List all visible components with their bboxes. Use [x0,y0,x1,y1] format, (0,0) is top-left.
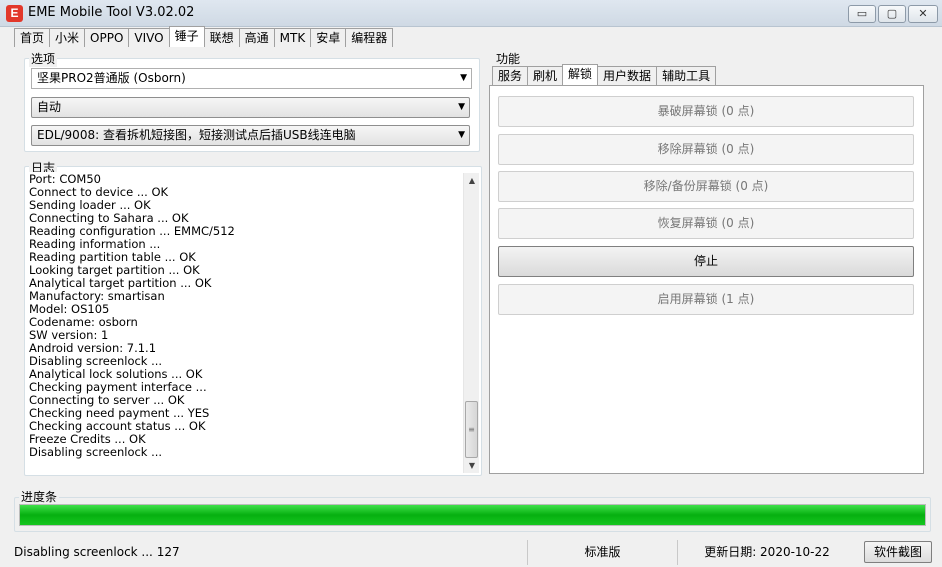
action-button-0[interactable]: 暴破屏幕锁 (0 点) [498,96,914,127]
action-button-2[interactable]: 移除/备份屏幕锁 (0 点) [498,171,914,202]
method-select-value: EDL/9008: 查看拆机短接图，短接测试点后插USB线连电脑 [37,128,356,142]
log-scrollbar[interactable]: ▲ ≡ ▼ [463,173,479,473]
scrollbar-thumb[interactable]: ≡ [465,401,478,458]
log-lines: Port: COM50 Connect to device ... OK Sendi… [29,173,235,459]
screenshot-button[interactable]: 软件截图 [864,541,932,563]
mode-select-value: 自动 [37,100,62,114]
tab-8[interactable]: 安卓 [310,28,347,47]
update-date: 更新日期: 2020-10-22 [704,545,830,559]
tab-7[interactable]: MTK [273,28,312,47]
app-logo-icon: E [6,5,23,22]
progress-bar-fill [20,505,925,525]
title-bar: E EME Mobile Tool V3.02.02 ▭ ▢ ✕ [0,0,942,27]
tab-4[interactable]: 锤子 [168,26,205,47]
status-message: Disabling screenlock ... 127 [14,540,528,565]
status-bar: Disabling screenlock ... 127 标准版 更新日期: 2… [0,540,942,567]
tab-2[interactable]: OPPO [84,28,130,47]
function-tab-3[interactable]: 用户数据 [597,66,658,85]
scroll-down-icon[interactable]: ▼ [464,458,480,473]
progress-legend: 进度条 [19,488,60,505]
edition-label: 标准版 [528,540,678,565]
main-tab-bar: 首页 小米 OPPO VIVO 锤子 联想 高通 MTK 安卓 编程器 [14,26,394,47]
model-select[interactable]: 坚果PRO2普通版 (Osborn) ▼ [31,68,472,89]
function-tab-4[interactable]: 辅助工具 [656,66,717,85]
tab-3[interactable]: VIVO [128,28,170,47]
function-tab-1[interactable]: 刷机 [527,66,564,85]
close-button[interactable]: ✕ [908,5,938,23]
progress-bar [19,504,926,526]
function-legend: 功能 [494,50,523,67]
tab-9[interactable]: 编程器 [345,28,394,47]
chevron-down-icon: ▼ [458,130,465,140]
model-select-value: 坚果PRO2普通版 (Osborn) [37,71,186,85]
function-tab-2[interactable]: 解锁 [562,64,599,85]
chevron-down-icon: ▼ [460,73,467,83]
tab-0[interactable]: 首页 [14,28,51,47]
window-title: EME Mobile Tool V3.02.02 [28,5,195,20]
options-legend: 选项 [29,50,58,67]
mode-select[interactable]: 自动 ▼ [31,97,470,118]
action-button-3[interactable]: 恢复屏幕锁 (0 点) [498,208,914,239]
action-button-4[interactable]: 停止 [498,246,914,277]
scroll-up-icon[interactable]: ▲ [464,173,480,188]
action-button-5[interactable]: 启用屏幕锁 (1 点) [498,284,914,315]
minimize-button[interactable]: ▭ [848,5,876,23]
tab-5[interactable]: 联想 [203,28,240,47]
method-select[interactable]: EDL/9008: 查看拆机短接图，短接测试点后插USB线连电脑 ▼ [31,125,470,146]
log-textarea[interactable]: Port: COM50 Connect to device ... OK Sendi… [26,172,480,474]
tab-6[interactable]: 高通 [238,28,275,47]
function-tab-bar: 服务 刷机 解锁 用户数据 辅助工具 [492,64,717,85]
chevron-down-icon: ▼ [458,102,465,112]
log-line: Disabling screenlock ... [29,445,163,459]
function-tab-0[interactable]: 服务 [492,66,529,85]
action-button-1[interactable]: 移除屏幕锁 (0 点) [498,134,914,165]
tab-1[interactable]: 小米 [49,28,86,47]
maximize-button[interactable]: ▢ [878,5,906,23]
